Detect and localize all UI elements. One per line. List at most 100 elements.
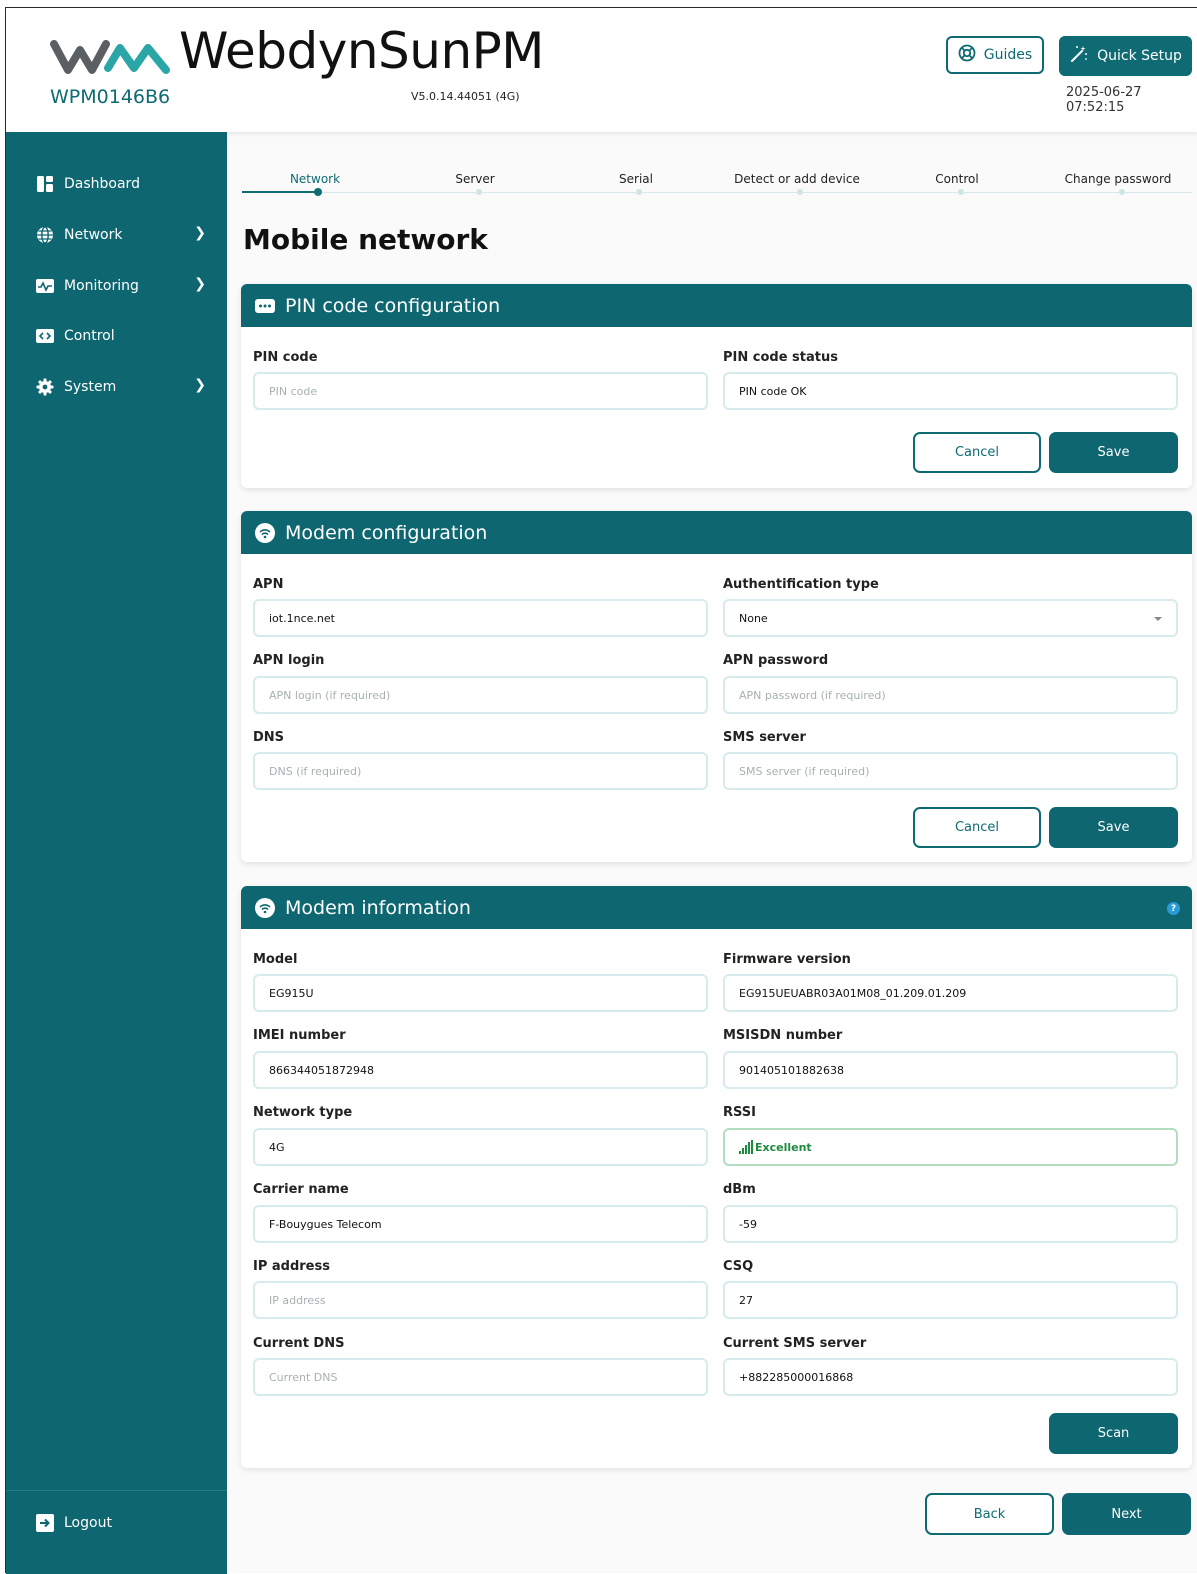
csq-field: 27	[723, 1281, 1178, 1319]
quick-setup-button[interactable]: Quick Setup	[1059, 36, 1192, 76]
step-dot-detect-device	[797, 189, 803, 195]
app-window: WebdynSunPM WPM0146B6 V5.0.14.44051 (4G)…	[5, 7, 1197, 1574]
sidebar: Dashboard Network ❯ Monitoring ❯ Control	[6, 132, 227, 1574]
device-id: WPM0146B6	[50, 86, 171, 108]
card-title: PIN code configuration	[285, 294, 501, 317]
auth-type-label: Authentification type	[723, 577, 879, 592]
imei-label: IMEI number	[253, 1028, 346, 1043]
lifebuoy-icon	[958, 44, 976, 66]
rssi-label: RSSI	[723, 1105, 756, 1120]
sidebar-item-label: Network	[64, 227, 123, 243]
quick-setup-label: Quick Setup	[1097, 48, 1182, 64]
imei-field: 866344051872948	[253, 1051, 708, 1089]
auth-type-select[interactable]: None	[723, 599, 1178, 637]
page-title: Mobile network	[243, 223, 488, 256]
save-button[interactable]: Save	[1049, 807, 1178, 848]
step-change-password[interactable]: Change password	[1065, 172, 1172, 186]
setup-stepper: Network Server Serial Detect or add devi…	[242, 168, 1192, 198]
dbm-field: -59	[723, 1205, 1178, 1243]
pin-code-card: PIN code configuration PIN code PIN code…	[241, 284, 1192, 488]
card-header: PIN code configuration	[241, 284, 1192, 327]
guides-button[interactable]: Guides	[946, 36, 1044, 74]
apn-label: APN	[253, 577, 284, 592]
webdyn-logo-icon	[50, 38, 172, 80]
keypad-icon	[255, 296, 275, 316]
step-network[interactable]: Network	[290, 172, 340, 186]
network-type-label: Network type	[253, 1105, 353, 1120]
step-detect-device[interactable]: Detect or add device	[734, 172, 860, 186]
logout-icon	[36, 1514, 54, 1532]
chevron-right-icon: ❯	[194, 377, 206, 393]
sidebar-item-system[interactable]: System ❯	[36, 375, 206, 399]
firmware-label: Firmware version	[723, 952, 851, 967]
csq-label: CSQ	[723, 1259, 754, 1274]
stepper-progress	[242, 191, 318, 193]
step-dot-control	[958, 189, 964, 195]
sidebar-item-monitoring[interactable]: Monitoring ❯	[36, 274, 206, 298]
sidebar-item-label: Control	[64, 328, 115, 344]
pin-status-label: PIN code status	[723, 350, 838, 365]
sidebar-item-dashboard[interactable]: Dashboard	[36, 172, 206, 196]
logout-button[interactable]: Logout	[36, 1511, 206, 1535]
modem-information-card: Modem information ? Model EG915U Firmwar…	[241, 886, 1192, 1468]
guides-label: Guides	[983, 47, 1033, 63]
firmware-field: EG915UEUABR03A01M08_01.209.01.209	[723, 974, 1178, 1012]
apn-password-input[interactable]: APN password (if required)	[723, 676, 1178, 714]
card-header: Modem configuration	[241, 511, 1192, 554]
step-control[interactable]: Control	[935, 172, 978, 186]
signal-bars-icon	[739, 1140, 753, 1154]
sms-server-input[interactable]: SMS server (if required)	[723, 752, 1178, 790]
cancel-button[interactable]: Cancel	[913, 432, 1041, 473]
sidebar-item-network[interactable]: Network ❯	[36, 223, 206, 247]
step-dot-server	[476, 189, 482, 195]
sidebar-item-control[interactable]: Control	[36, 324, 206, 348]
carrier-field: F-Bouygues Telecom	[253, 1205, 708, 1243]
magic-wand-icon	[1069, 44, 1089, 68]
apn-login-label: APN login	[253, 653, 325, 668]
sidebar-item-label: System	[64, 379, 117, 395]
gear-icon	[36, 378, 54, 396]
stepper-track	[242, 192, 1192, 193]
firmware-version: V5.0.14.44051 (4G)	[411, 90, 520, 103]
globe-icon	[36, 226, 54, 244]
dbm-label: dBm	[723, 1182, 756, 1197]
card-header: Modem information	[241, 886, 1192, 929]
wifi-icon	[255, 522, 275, 543]
save-button[interactable]: Save	[1049, 432, 1178, 473]
rssi-field: Excellent	[723, 1128, 1178, 1166]
dashboard-icon	[36, 175, 54, 193]
wifi-icon	[255, 897, 275, 918]
monitoring-icon	[36, 277, 54, 295]
brand-name: WebdynSunPM	[179, 22, 544, 80]
help-icon[interactable]: ?	[1167, 902, 1180, 915]
device-datetime: 2025-06-27 07:52:15	[1066, 85, 1142, 115]
top-header: WebdynSunPM WPM0146B6 V5.0.14.44051 (4G)…	[6, 8, 1197, 132]
network-type-field: 4G	[253, 1128, 708, 1166]
cancel-button[interactable]: Cancel	[913, 807, 1041, 848]
pin-code-label: PIN code	[253, 350, 318, 365]
dns-label: DNS	[253, 730, 285, 745]
next-button[interactable]: Next	[1062, 1493, 1191, 1535]
card-title: Modem information	[285, 896, 471, 919]
apn-input[interactable]: iot.1nce.net	[253, 599, 708, 637]
back-button[interactable]: Back	[925, 1493, 1054, 1535]
msisdn-field: 901405101882638	[723, 1051, 1178, 1089]
sidebar-item-label: Monitoring	[64, 278, 139, 294]
step-dot-serial	[636, 189, 642, 195]
step-serial[interactable]: Serial	[619, 172, 653, 186]
chevron-right-icon: ❯	[194, 276, 206, 292]
ip-address-label: IP address	[253, 1259, 330, 1274]
step-server[interactable]: Server	[455, 172, 494, 186]
model-label: Model	[253, 952, 298, 967]
pin-status-field: PIN code OK	[723, 372, 1178, 410]
scan-button[interactable]: Scan	[1049, 1413, 1178, 1454]
chevron-right-icon: ❯	[194, 225, 206, 241]
msisdn-label: MSISDN number	[723, 1028, 843, 1043]
apn-login-input[interactable]: APN login (if required)	[253, 676, 708, 714]
current-sms-label: Current SMS server	[723, 1336, 867, 1351]
carrier-label: Carrier name	[253, 1182, 349, 1197]
modem-configuration-card: Modem configuration APN iot.1nce.net Aut…	[241, 511, 1192, 862]
dns-input[interactable]: DNS (if required)	[253, 752, 708, 790]
code-icon	[36, 327, 54, 345]
pin-code-input[interactable]: PIN code	[253, 372, 708, 410]
